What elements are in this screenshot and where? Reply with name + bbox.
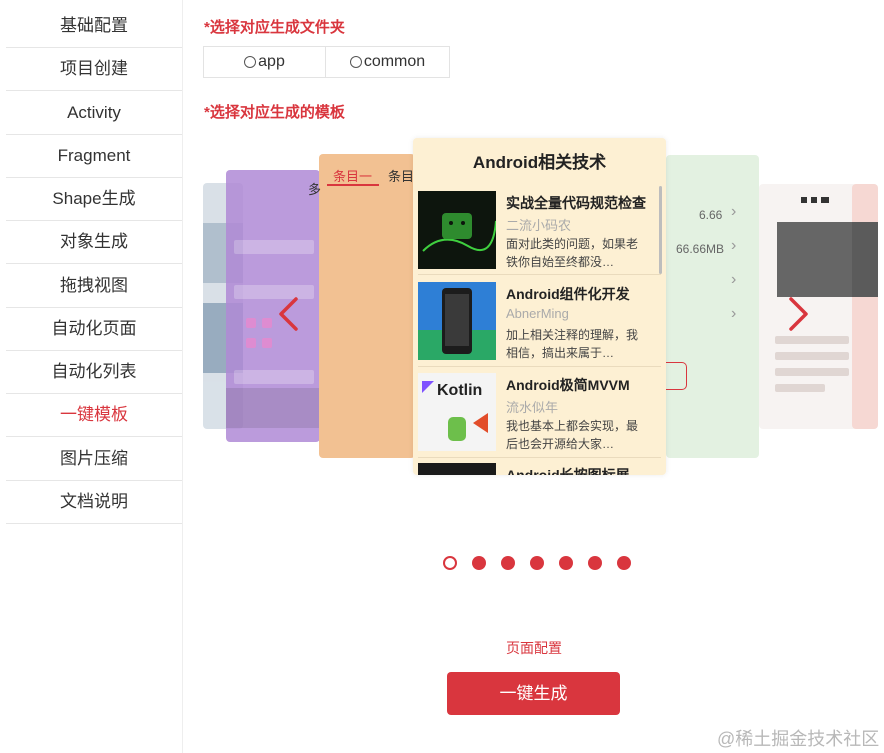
tab-item-next[interactable]: 条目 — [388, 166, 414, 185]
chevron-right-icon: › — [731, 237, 737, 254]
sidebar-item-one-key-template[interactable]: 一键模板 — [6, 394, 182, 437]
dark-thumb-icon — [418, 463, 496, 475]
sidebar-item-drag-view[interactable]: 拖拽视图 — [6, 265, 182, 308]
list-item-title: Android长按图标展 — [506, 467, 630, 475]
sidebar-item-docs[interactable]: 文档说明 — [6, 481, 182, 524]
settings-logout-button[interactable] — [664, 362, 687, 390]
chevron-right-icon: › — [731, 305, 737, 322]
chevron-right-icon: › — [731, 203, 737, 220]
sidebar-item-fragment[interactable]: Fragment — [6, 135, 182, 178]
tab-indicator — [327, 184, 379, 186]
list-item[interactable]: Kotlin Android极简MVVM 流水似年 我也基本上都会实现，最后也会… — [418, 373, 661, 459]
svg-text:Kotlin: Kotlin — [437, 382, 482, 399]
carousel-pagination — [443, 556, 631, 570]
list-item-desc: 加上相关注释的理解，我相信，搞出来属于… — [506, 328, 639, 360]
phone-thumb-icon — [418, 282, 496, 360]
chevron-right-icon — [789, 297, 808, 331]
kotlin-thumb-icon: Kotlin — [418, 373, 496, 451]
folder-option-common[interactable]: common — [326, 46, 450, 78]
sidebar-item-project-create[interactable]: 项目创建 — [6, 48, 182, 91]
chevron-right-icon: › — [731, 271, 737, 288]
carousel-dot[interactable] — [501, 556, 515, 570]
template-card-far-right[interactable] — [852, 184, 878, 429]
center-card-scrollbar[interactable] — [659, 186, 662, 274]
folder-option-app[interactable]: app — [203, 46, 326, 78]
folder-option-label: app — [258, 53, 285, 70]
carousel-dot[interactable] — [530, 556, 544, 570]
carousel-dot-active[interactable] — [443, 556, 457, 570]
setting-value-1: 6.66 — [699, 208, 723, 222]
template-card-center[interactable]: Android相关技术 实战全量代码规范检查 二流小码农 面对此类的问题，如果老… — [413, 138, 666, 475]
carousel-dot[interactable] — [588, 556, 602, 570]
phone-article-image — [777, 222, 857, 297]
list-item-title: 实战全量代码规范检查 — [506, 195, 646, 211]
list-item-author: AbnerMing — [506, 306, 569, 321]
sidebar-item-auto-list[interactable]: 自动化列表 — [6, 351, 182, 394]
radio-circle-icon — [244, 56, 257, 68]
page-config-link[interactable]: 页面配置 — [506, 638, 562, 658]
phone-status-icon — [801, 197, 829, 203]
center-card-title: Android相关技术 — [472, 153, 607, 172]
carousel-prev-button[interactable] — [276, 296, 304, 332]
card-stray-text: 多 — [308, 182, 322, 197]
android-code-thumb-icon — [418, 191, 496, 269]
template-card-tabs[interactable]: 条目一 条目 — [319, 154, 415, 458]
radio-circle-icon — [349, 56, 362, 68]
sidebar-item-basic-config[interactable]: 基础配置 — [6, 5, 182, 48]
one-key-generate-button[interactable]: 一键生成 — [447, 672, 620, 715]
list-item-desc: 我也基本上都会实现，最后也会开源给大家… — [506, 419, 639, 451]
carousel-dot[interactable] — [617, 556, 631, 570]
tab-item-one[interactable]: 条目一 — [333, 166, 372, 185]
list-item-author: 流水似年 — [506, 400, 559, 415]
sidebar-item-image-compress[interactable]: 图片压缩 — [6, 438, 182, 481]
watermark: @稀土掘金技术社区 — [717, 729, 880, 749]
carousel-dot[interactable] — [472, 556, 486, 570]
sidebar-item-shape[interactable]: Shape生成 — [6, 178, 182, 221]
list-item-desc: 面对此类的问题，如果老铁你自始至终都没… — [506, 237, 639, 269]
sidebar: 基础配置 项目创建 Activity Fragment Shape生成 对象生成… — [0, 0, 183, 753]
sidebar-item-activity[interactable]: Activity — [6, 92, 182, 135]
list-item[interactable]: Android长按图标展 — [418, 463, 661, 475]
list-item-title: Android组件化开发 — [506, 286, 630, 302]
list-item[interactable]: Android组件化开发 AbnerMing 加上相关注释的理解，我相信，搞出来… — [418, 282, 661, 368]
carousel-dot[interactable] — [559, 556, 573, 570]
list-item[interactable]: 实战全量代码规范检查 二流小码农 面对此类的问题，如果老铁你自始至终都没… — [418, 191, 661, 277]
sidebar-item-object[interactable]: 对象生成 — [6, 221, 182, 264]
template-card-purple[interactable] — [226, 170, 320, 442]
setting-value-2: 66.66MB — [676, 242, 725, 256]
folder-section-label: *选择对应生成文件夹 — [204, 19, 345, 36]
folder-option-label: common — [363, 53, 426, 70]
list-item-title: Android极简MVVM — [506, 377, 630, 393]
template-section-label: *选择对应生成的模板 — [204, 104, 345, 121]
list-item-author: 二流小码农 — [506, 218, 572, 233]
sidebar-item-auto-page[interactable]: 自动化页面 — [6, 308, 182, 351]
folder-radio-group: app common — [203, 46, 450, 78]
carousel-next-button[interactable] — [783, 296, 811, 332]
chevron-left-icon — [279, 297, 298, 331]
template-card-settings[interactable]: 6.66 › 66.66MB › › › — [666, 155, 759, 458]
